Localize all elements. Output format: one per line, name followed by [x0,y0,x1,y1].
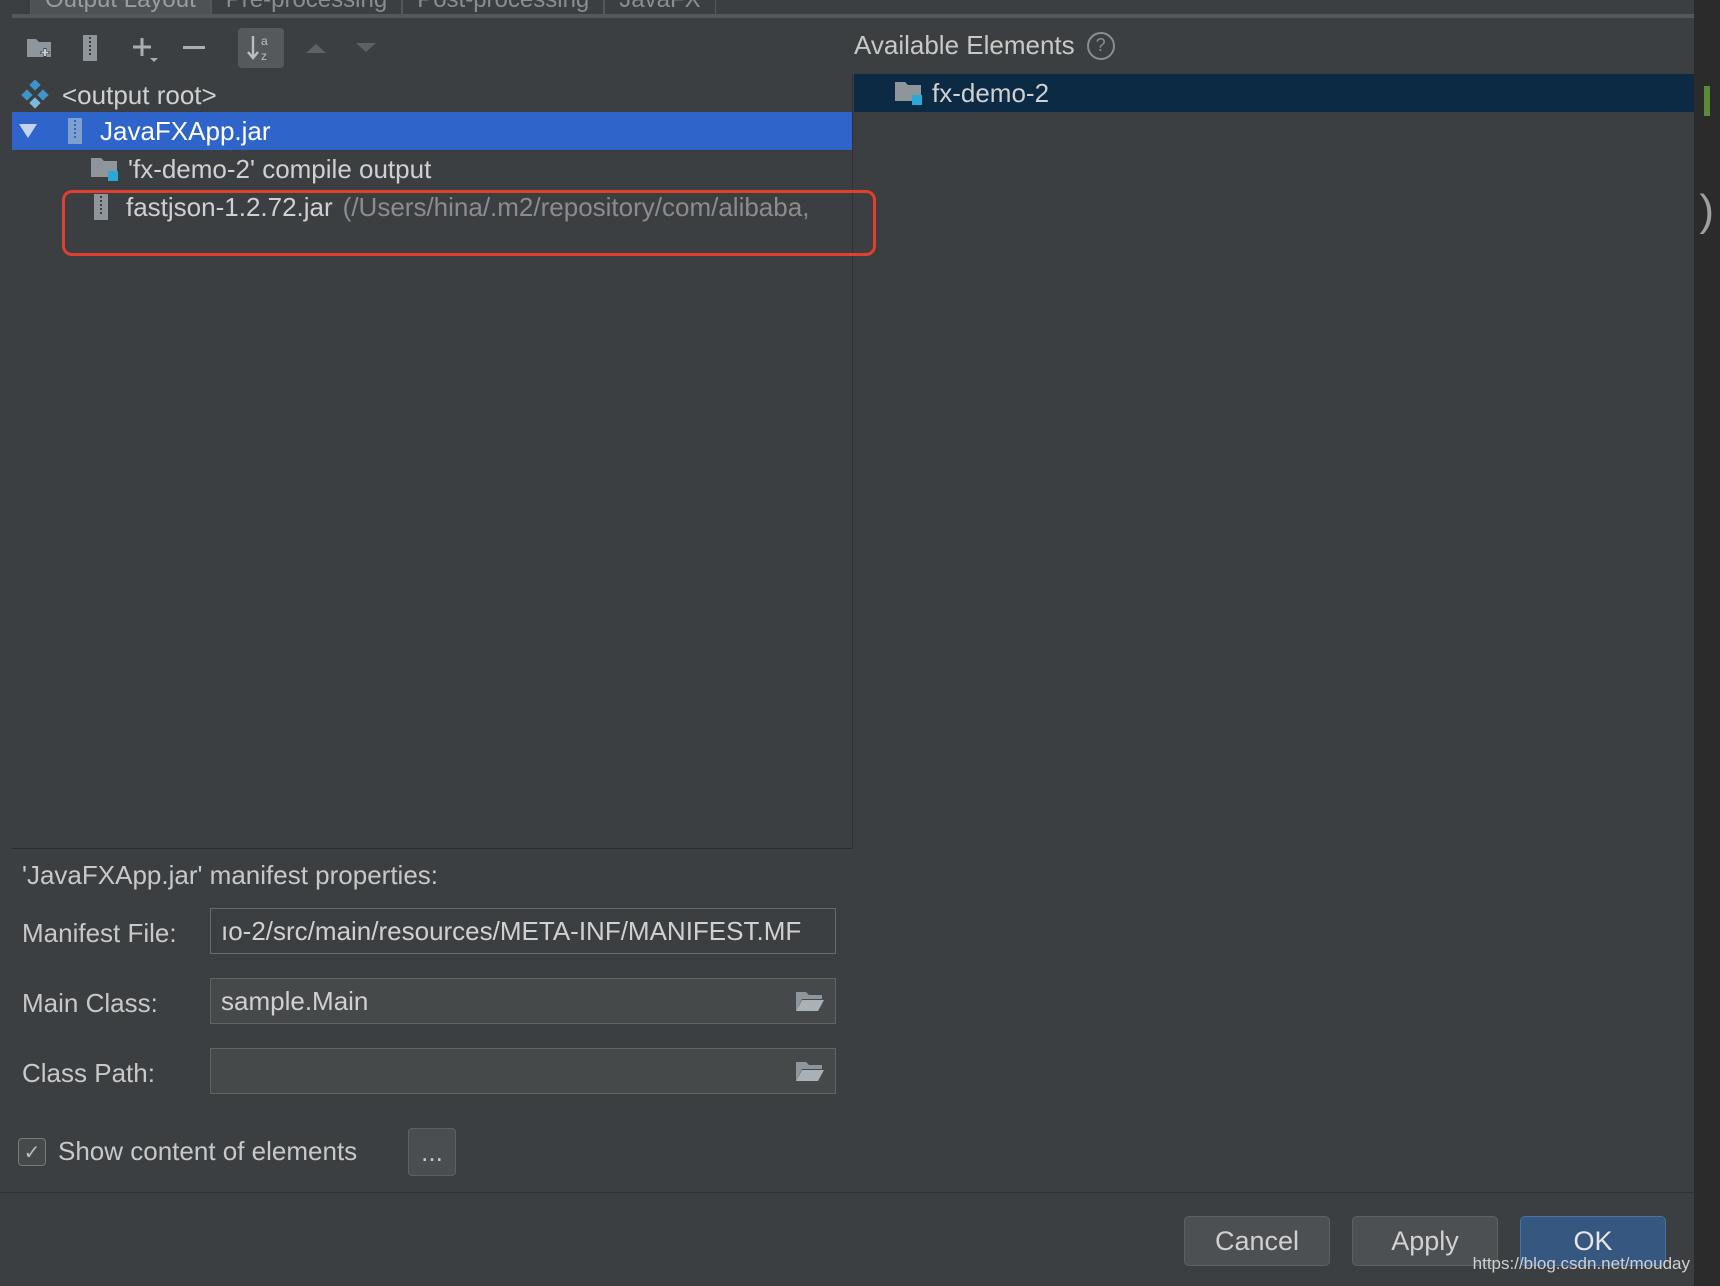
tab-javafx[interactable]: JavaFX [604,0,716,14]
annotation-highlight-box [62,190,876,256]
main-class-field[interactable]: sample.Main [210,978,836,1024]
move-down-icon[interactable] [346,28,386,68]
output-root-icon [20,80,50,110]
editor-paren-fragment: ) [1699,186,1714,235]
browse-folder-icon[interactable] [795,1059,825,1090]
browse-folder-icon[interactable] [795,989,825,1020]
available-item-label: fx-demo-2 [932,77,1050,108]
compile-output-label: 'fx-demo-2' compile output [128,153,432,184]
sort-alphabetically-icon[interactable]: az [238,28,284,68]
editor-glyph-fragment [1704,86,1710,116]
manifest-file-value: ıo-2/src/main/resources/META-INF/MANIFES… [221,915,802,946]
remove-icon[interactable] [174,28,214,68]
footer-divider [0,1192,1694,1193]
manifest-file-label: Manifest File: [22,918,177,948]
manifest-file-field[interactable]: ıo-2/src/main/resources/META-INF/MANIFES… [210,908,836,954]
available-elements-header: Available Elements ? [854,30,1115,61]
cancel-button[interactable]: Cancel [1184,1216,1330,1266]
main-class-label: Main Class: [22,988,158,1018]
manifest-heading: 'JavaFXApp.jar' manifest properties: [22,860,438,890]
svg-text:z: z [261,49,267,63]
create-archive-icon[interactable] [70,28,110,68]
available-item-fx-demo-2[interactable]: fx-demo-2 [854,74,1694,112]
show-content-checkbox[interactable]: ✓ [18,1138,46,1166]
background-editor-edge: ) [1694,0,1720,1286]
output-root-label: <output root> [62,79,217,110]
tab-bar: Output Layout Pre-processing Post-proces… [30,0,716,14]
checkmark-icon: ✓ [23,1141,41,1164]
svg-text:a: a [261,34,268,48]
watermark: https://blog.csdn.net/mouday [1472,1254,1690,1273]
tab-divider [12,14,1694,18]
tree-item-javafxapp-jar[interactable]: JavaFXApp.jar [12,112,852,150]
module-folder-icon [90,155,120,183]
tab-post-processing[interactable]: Post-processing [402,0,605,14]
help-icon[interactable]: ? [1086,31,1115,60]
main-class-value: sample.Main [221,985,369,1016]
available-elements-title: Available Elements [854,30,1075,60]
move-up-icon[interactable] [296,28,336,68]
jar-archive-icon [66,117,88,145]
expand-triangle-icon[interactable] [18,122,40,140]
show-content-label: Show content of elements [58,1136,358,1166]
class-path-field[interactable] [210,1048,836,1094]
create-directory-icon[interactable] [20,28,60,68]
jar-label: JavaFXApp.jar [100,115,271,146]
panel-separator [12,848,852,849]
tab-pre-processing[interactable]: Pre-processing [210,0,403,14]
module-folder-icon [894,79,924,107]
show-content-options-button[interactable]: ... [408,1128,456,1176]
tree-item-output-root[interactable]: <output root> [12,76,852,114]
tab-output-layout[interactable]: Output Layout [30,0,211,14]
layout-toolbar: az [12,24,852,74]
add-copy-icon[interactable] [124,28,164,68]
tree-item-compile-output[interactable]: 'fx-demo-2' compile output [12,150,852,188]
class-path-label: Class Path: [22,1058,155,1088]
